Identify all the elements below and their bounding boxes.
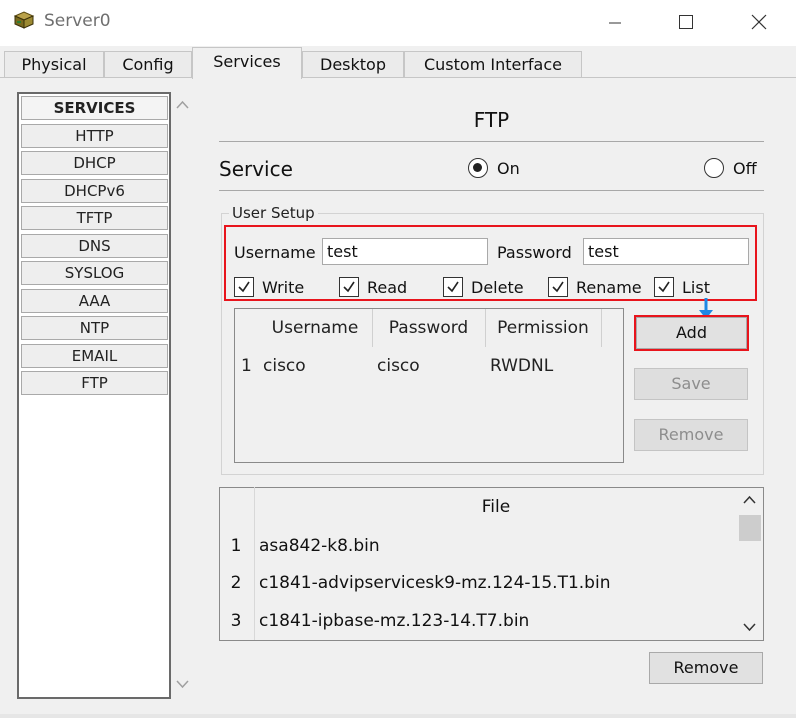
write-label[interactable]: Write	[262, 278, 304, 297]
check-icon	[658, 281, 670, 293]
password-label: Password	[497, 243, 572, 262]
tab-bar: Physical Config Services Desktop Custom …	[0, 46, 796, 79]
user-row-username[interactable]: cisco	[263, 356, 306, 376]
read-checkbox[interactable]	[339, 277, 359, 297]
divider	[219, 141, 764, 142]
sidebar-header: SERVICES	[21, 96, 168, 120]
col-header-username[interactable]: Username	[258, 309, 372, 347]
remove-file-button[interactable]: Remove	[649, 652, 763, 684]
service-off-radio[interactable]	[704, 158, 724, 178]
list-checkbox[interactable]	[654, 277, 674, 297]
minimize-icon	[609, 22, 621, 24]
tab-config[interactable]: Config	[104, 51, 192, 78]
radio-selected-dot	[473, 163, 482, 172]
service-on-label[interactable]: On	[497, 159, 520, 178]
file-row-name[interactable]: asa842-k8.bin	[259, 536, 380, 556]
window-title: Server0	[44, 11, 111, 31]
sidebar-item-http[interactable]: HTTP	[21, 124, 168, 148]
service-on-radio[interactable]	[468, 158, 488, 178]
remove-user-button[interactable]: Remove	[634, 419, 748, 451]
ftp-title: FTP	[473, 108, 510, 132]
service-off-label[interactable]: Off	[733, 159, 757, 178]
read-label[interactable]: Read	[367, 278, 407, 297]
check-icon	[238, 281, 250, 293]
maximize-icon	[679, 15, 693, 29]
sidebar-item-dns[interactable]: DNS	[21, 234, 168, 258]
sidebar-item-email[interactable]: EMAIL	[21, 344, 168, 368]
username-input[interactable]: test	[322, 238, 488, 265]
file-row-index[interactable]: 1	[219, 536, 253, 556]
highlight-add-button	[634, 315, 749, 351]
user-row-index[interactable]: 1	[241, 356, 252, 376]
file-row-index[interactable]: 2	[219, 573, 253, 593]
delete-checkbox[interactable]	[443, 277, 463, 297]
sidebar-item-syslog[interactable]: SYSLOG	[21, 261, 168, 285]
close-icon	[751, 14, 767, 30]
maximize-button[interactable]	[662, 8, 708, 38]
scroll-up-icon[interactable]	[742, 493, 757, 508]
save-button[interactable]: Save	[634, 368, 748, 400]
file-row-name[interactable]: c1841-ipbase-mz.123-14.T7.bin	[259, 611, 529, 631]
sidebar-item-ftp[interactable]: FTP	[21, 371, 168, 395]
password-input[interactable]: test	[583, 238, 749, 265]
services-sidebar: SERVICES HTTP DHCP DHCPv6 TFTP DNS SYSLO…	[17, 92, 171, 699]
check-icon	[552, 281, 564, 293]
files-scrollbar[interactable]	[737, 488, 763, 640]
col-header-file[interactable]: File	[255, 497, 737, 517]
sidebar-item-aaa[interactable]: AAA	[21, 289, 168, 313]
scroll-down-icon[interactable]	[742, 619, 757, 634]
tab-desktop[interactable]: Desktop	[302, 51, 404, 78]
user-row-password[interactable]: cisco	[377, 356, 420, 376]
sidebar-item-tftp[interactable]: TFTP	[21, 206, 168, 230]
sidebar-item-dhcp[interactable]: DHCP	[21, 151, 168, 175]
tab-custom-interface[interactable]: Custom Interface	[404, 51, 582, 78]
delete-label[interactable]: Delete	[471, 278, 524, 297]
sidebar-item-ntp[interactable]: NTP	[21, 316, 168, 340]
user-row-permission[interactable]: RWDNL	[490, 356, 553, 376]
divider	[219, 190, 764, 191]
rename-label[interactable]: Rename	[576, 278, 642, 297]
write-checkbox[interactable]	[234, 277, 254, 297]
tab-physical[interactable]: Physical	[4, 51, 104, 78]
minimize-button[interactable]	[592, 8, 638, 38]
sidebar-item-dhcpv6[interactable]: DHCPv6	[21, 179, 168, 203]
user-setup-legend: User Setup	[229, 204, 318, 222]
service-label: Service	[219, 157, 293, 181]
check-icon	[447, 281, 459, 293]
close-button[interactable]	[736, 8, 782, 38]
col-header-permission[interactable]: Permission	[485, 309, 601, 347]
check-icon	[343, 281, 355, 293]
scroll-thumb[interactable]	[739, 515, 761, 541]
tab-services[interactable]: Services	[192, 47, 302, 79]
file-row-index[interactable]: 3	[219, 611, 253, 631]
column-separator	[601, 309, 602, 347]
username-label: Username	[234, 243, 316, 262]
tab-divider	[0, 77, 796, 78]
rename-checkbox[interactable]	[548, 277, 568, 297]
scroll-down-icon[interactable]	[175, 676, 190, 691]
server-app-icon	[13, 11, 35, 29]
list-label[interactable]: List	[682, 278, 710, 297]
sidebar-scrollbar[interactable]	[171, 92, 194, 699]
title-bar: Server0	[0, 0, 796, 46]
file-row-name[interactable]: c1841-advipservicesk9-mz.124-15.T1.bin	[259, 573, 610, 593]
window-bottom-edge	[0, 714, 796, 718]
col-header-password[interactable]: Password	[372, 309, 485, 347]
scroll-up-icon[interactable]	[175, 98, 190, 113]
